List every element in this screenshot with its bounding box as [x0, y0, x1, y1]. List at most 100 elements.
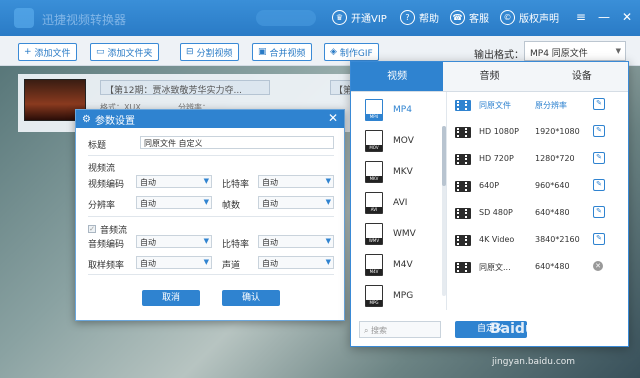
edit-icon[interactable]: ✎ — [593, 206, 605, 218]
edit-icon[interactable]: ✎ — [593, 152, 605, 164]
format-search-input[interactable]: ⌕ 搜索 — [359, 321, 441, 338]
file-m4v-icon: M4V — [365, 254, 383, 276]
vip-button[interactable]: ♛ 开通VIP — [332, 10, 387, 25]
format-list-scrollbar[interactable] — [442, 126, 446, 296]
file-name: 【第12期：贾冰致敬芳华实力夺... — [100, 80, 270, 95]
quality-name: 640P — [479, 181, 500, 190]
video-section-label: 视频流 — [88, 164, 116, 174]
film-icon — [455, 181, 471, 192]
video-codec-label: 视频编码 — [88, 180, 125, 190]
audio-section-label: 音频流 — [100, 226, 128, 236]
channel-label: 声道 — [222, 261, 241, 271]
audio-codec-select[interactable]: 自动 ▼ — [136, 235, 212, 248]
format-item-mp4[interactable]: MP4 MP4 — [351, 94, 446, 126]
headset-icon: ☎ — [450, 10, 465, 25]
confirm-button[interactable]: 确认 — [222, 290, 280, 306]
scrollbar-thumb[interactable] — [442, 126, 446, 186]
quality-item[interactable]: SD 480P 640*480 ✎ — [449, 200, 627, 227]
chevron-down-icon: ▼ — [325, 258, 331, 266]
edit-icon[interactable]: ✎ — [593, 98, 605, 110]
film-icon — [455, 127, 471, 138]
make-gif-button[interactable]: ◈ 制作GIF — [324, 43, 379, 61]
watermark-logo: Baidu 经验 — [490, 321, 568, 337]
quality-item[interactable]: HD 720P 1280*720 ✎ — [449, 146, 627, 173]
crown-icon: ♛ — [332, 10, 347, 25]
channel-select[interactable]: 自动 ▼ — [258, 256, 334, 269]
cancel-button[interactable]: 取消 — [142, 290, 200, 306]
menu-icon[interactable]: ≡ — [576, 10, 586, 24]
divider — [88, 216, 334, 217]
split-video-label: 分割视频 — [196, 48, 233, 59]
audio-checkbox[interactable]: ✓ — [88, 225, 96, 233]
help-button[interactable]: ? 帮助 — [400, 10, 439, 25]
chevron-down-icon: ▼ — [615, 47, 621, 55]
resolution-label: 分辨率 — [88, 201, 116, 211]
close-icon[interactable]: ✕ — [622, 10, 632, 24]
sample-rate-select[interactable]: 自动 ▼ — [136, 256, 212, 269]
merge-video-button[interactable]: ▣ 合并视频 — [252, 43, 312, 61]
tab-video[interactable]: 视频 — [351, 62, 444, 91]
format-label: AVI — [393, 198, 408, 208]
help-label: 帮助 — [419, 14, 439, 25]
file-avi-icon: AVI — [365, 192, 383, 214]
quality-name: 同原文... — [479, 263, 511, 272]
parameter-settings-dialog: ⚙ 参数设置 ✕ 标题 同原文件 自定义 视频流 视频编码 自动 ▼ 比特率 自动… — [75, 109, 345, 321]
support-button[interactable]: ☎ 客服 — [450, 10, 489, 25]
title-tab — [256, 10, 316, 26]
format-item-wmv[interactable]: WMV WMV — [351, 218, 446, 250]
edit-icon[interactable]: ✎ — [593, 179, 605, 191]
format-label: M4V — [393, 260, 413, 270]
quality-name: HD 720P — [479, 154, 514, 163]
quality-name: 4K Video — [479, 235, 515, 244]
folder-icon: ▭ — [96, 47, 105, 57]
quality-item[interactable]: HD 1080P 1920*1080 ✎ — [449, 119, 627, 146]
film-icon — [455, 208, 471, 219]
close-icon[interactable]: ✕ — [328, 111, 338, 125]
audio-bitrate-select[interactable]: 自动 ▼ — [258, 235, 334, 248]
file-wmv-icon: WMV — [365, 223, 383, 245]
video-codec-value: 自动 — [140, 178, 156, 187]
edit-icon[interactable]: ✎ — [593, 233, 605, 245]
quality-item[interactable]: 同原文件 原分辨率 ✎ — [449, 92, 627, 119]
dialog-title: 参数设置 — [94, 115, 135, 127]
chevron-down-icon: ▼ — [325, 237, 331, 245]
add-folder-button[interactable]: ▭ 添加文件夹 — [90, 43, 159, 61]
format-label: MPG — [393, 291, 414, 301]
fps-label: 帧数 — [222, 201, 241, 211]
format-item-mov[interactable]: MOV MOV — [351, 125, 446, 157]
gear-icon: ⚙ — [82, 113, 91, 125]
split-video-button[interactable]: ⊟ 分割视频 — [180, 43, 239, 61]
quality-item[interactable]: 4K Video 3840*2160 ✎ — [449, 227, 627, 254]
quality-item[interactable]: 640P 960*640 ✎ — [449, 173, 627, 200]
quality-resolution: 960*640 — [535, 181, 570, 190]
chevron-down-icon: ▼ — [203, 177, 209, 185]
copyright-button[interactable]: © 版权声明 — [500, 10, 559, 25]
support-label: 客服 — [469, 14, 489, 25]
copyright-label: 版权声明 — [519, 14, 559, 25]
quality-name: SD 480P — [479, 208, 513, 217]
format-item-m4v[interactable]: M4V M4V — [351, 249, 446, 281]
add-file-button[interactable]: + 添加文件 — [18, 43, 77, 61]
minimize-icon[interactable]: — — [598, 10, 610, 24]
quality-resolution: 3840*2160 — [535, 235, 580, 244]
format-item-avi[interactable]: AVI AVI — [351, 187, 446, 219]
quality-item[interactable]: 同原文... 640*480 ✕ — [449, 254, 627, 281]
video-codec-select[interactable]: 自动 ▼ — [136, 175, 212, 188]
bitrate-label: 比特率 — [222, 180, 250, 190]
gif-icon: ◈ — [330, 47, 337, 57]
tab-device[interactable]: 设备 — [535, 62, 628, 91]
format-item-mkv[interactable]: MKV MKV — [351, 156, 446, 188]
audio-codec-value: 自动 — [140, 238, 156, 247]
help-icon: ? — [400, 10, 415, 25]
title-input[interactable]: 同原文件 自定义 — [140, 136, 334, 149]
fps-select[interactable]: 自动 ▼ — [258, 196, 334, 209]
edit-icon[interactable]: ✎ — [593, 125, 605, 137]
bitrate-select[interactable]: 自动 ▼ — [258, 175, 334, 188]
delete-icon[interactable]: ✕ — [593, 261, 603, 271]
copyright-icon: © — [500, 10, 515, 25]
resolution-select[interactable]: 自动 ▼ — [136, 196, 212, 209]
output-format-select[interactable]: MP4 同原文件 ▼ — [524, 41, 626, 61]
tab-audio[interactable]: 音频 — [443, 62, 536, 91]
format-item-mpg[interactable]: MPG MPG — [351, 280, 446, 310]
file-mkv-icon: MKV — [365, 161, 383, 183]
